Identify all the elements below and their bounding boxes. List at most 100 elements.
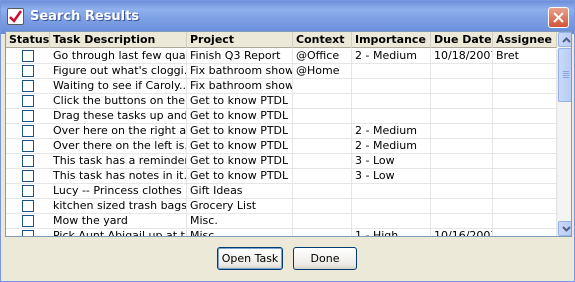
close-icon <box>553 12 564 23</box>
due-date-cell <box>431 184 493 199</box>
assignee-cell <box>493 124 557 139</box>
task-description-cell: Figure out what's cloggi... <box>50 64 187 79</box>
column-header-assignee[interactable]: Assignee <box>493 32 557 48</box>
done-button[interactable]: Done <box>293 247 357 270</box>
status-checkbox[interactable] <box>22 185 34 197</box>
status-checkbox[interactable] <box>22 80 34 92</box>
due-date-cell <box>431 199 493 214</box>
status-checkbox[interactable] <box>22 65 34 77</box>
task-description-cell: Lucy -- Princess clothes <box>50 184 187 199</box>
table-row[interactable]: Over there on the left is... Get to know… <box>6 139 557 154</box>
task-description-cell: Over there on the left is... <box>50 139 187 154</box>
assignee-cell <box>493 199 557 214</box>
status-checkbox[interactable] <box>22 110 34 122</box>
status-checkbox[interactable] <box>22 155 34 167</box>
task-description-cell: Waiting to see if Caroly... <box>50 79 187 94</box>
status-checkbox[interactable] <box>22 140 34 152</box>
column-header-due-date[interactable]: Due Date <box>431 32 493 48</box>
due-date-cell <box>431 214 493 229</box>
checkbox-app-icon <box>7 8 24 25</box>
column-header-task-description[interactable]: Task Description <box>50 32 187 48</box>
assignee-cell <box>493 64 557 79</box>
scroll-down-button[interactable] <box>558 221 571 236</box>
context-cell <box>293 79 352 94</box>
column-header-importance[interactable]: Importance <box>352 32 431 48</box>
assignee-cell <box>493 79 557 94</box>
project-cell: Finish Q3 Report <box>187 49 293 64</box>
open-task-button[interactable]: Open Task <box>217 247 283 270</box>
importance-cell <box>352 94 431 109</box>
table-row[interactable]: Lucy -- Princess clothes Gift Ideas <box>6 184 557 199</box>
task-description-cell: Mow the yard <box>50 214 187 229</box>
table-row[interactable]: Figure out what's cloggi... Fix bathroom… <box>6 64 557 79</box>
project-cell: Get to know PTDL <box>187 124 293 139</box>
due-date-cell <box>431 124 493 139</box>
table-row[interactable]: Drag these tasks up and... Get to know P… <box>6 109 557 124</box>
project-cell: Fix bathroom shower <box>187 79 293 94</box>
due-date-cell <box>431 79 493 94</box>
task-description-cell: Pick Aunt Abigail up at t... <box>50 229 187 236</box>
project-cell: Fix bathroom shower <box>187 64 293 79</box>
column-header-status[interactable]: Status <box>6 32 50 48</box>
project-cell: Gift Ideas <box>187 184 293 199</box>
status-checkbox[interactable] <box>22 215 34 227</box>
status-checkbox[interactable] <box>22 125 34 137</box>
task-description-cell: Over here on the right a... <box>50 124 187 139</box>
project-cell: Get to know PTDL <box>187 139 293 154</box>
due-date-cell <box>431 109 493 124</box>
importance-cell <box>352 79 431 94</box>
context-cell <box>293 124 352 139</box>
table-row[interactable]: Over here on the right a... Get to know … <box>6 124 557 139</box>
due-date-cell <box>431 64 493 79</box>
due-date-cell <box>431 94 493 109</box>
task-description-cell: Go through last few qua... <box>50 49 187 64</box>
task-description-cell: Click the buttons on the ... <box>50 94 187 109</box>
status-checkbox[interactable] <box>22 50 34 62</box>
table-row[interactable]: Click the buttons on the ... Get to know… <box>6 94 557 109</box>
table-row[interactable]: Waiting to see if Caroly... Fix bathroom… <box>6 79 557 94</box>
grid-header: Status Task Description Project Context … <box>6 32 557 48</box>
assignee-cell <box>493 94 557 109</box>
scroll-up-button[interactable] <box>558 32 571 47</box>
status-checkbox[interactable] <box>22 230 34 236</box>
context-cell: @Home <box>293 64 352 79</box>
project-cell: Misc. <box>187 229 293 236</box>
table-row[interactable]: This task has a reminder... Get to know … <box>6 154 557 169</box>
vertical-scrollbar[interactable] <box>557 32 571 236</box>
importance-cell: 3 - Low <box>352 169 431 184</box>
table-row[interactable]: Pick Aunt Abigail up at t... Misc. 1 - H… <box>6 229 557 236</box>
context-cell <box>293 94 352 109</box>
column-header-context[interactable]: Context <box>293 32 352 48</box>
due-date-cell <box>431 169 493 184</box>
close-button[interactable] <box>548 7 569 28</box>
project-cell: Get to know PTDL <box>187 109 293 124</box>
context-cell: @Office <box>293 49 352 64</box>
context-cell <box>293 109 352 124</box>
assignee-cell <box>493 229 557 236</box>
task-description-cell: Drag these tasks up and... <box>50 109 187 124</box>
status-checkbox[interactable] <box>22 170 34 182</box>
importance-cell: 3 - Low <box>352 154 431 169</box>
context-cell <box>293 169 352 184</box>
table-row[interactable]: Mow the yard Misc. <box>6 214 557 229</box>
importance-cell: 1 - High <box>352 229 431 236</box>
importance-cell: 2 - Medium <box>352 139 431 154</box>
due-date-cell <box>431 139 493 154</box>
status-checkbox[interactable] <box>22 95 34 107</box>
project-cell: Get to know PTDL <box>187 169 293 184</box>
results-grid[interactable]: Status Task Description Project Context … <box>5 31 572 237</box>
assignee-cell <box>493 184 557 199</box>
importance-cell <box>352 214 431 229</box>
status-checkbox[interactable] <box>22 200 34 212</box>
task-description-cell: This task has a reminder... <box>50 154 187 169</box>
table-row[interactable]: kitchen sized trash bags... Grocery List <box>6 199 557 214</box>
importance-cell: 2 - Medium <box>352 124 431 139</box>
table-row[interactable]: This task has notes in it.... Get to kno… <box>6 169 557 184</box>
table-row[interactable]: Go through last few qua... Finish Q3 Rep… <box>6 49 557 64</box>
column-header-project[interactable]: Project <box>187 32 293 48</box>
project-cell: Get to know PTDL <box>187 94 293 109</box>
project-cell: Misc. <box>187 214 293 229</box>
title-bar[interactable]: Search Results <box>1 1 574 34</box>
scroll-thumb[interactable] <box>558 48 571 102</box>
context-cell <box>293 139 352 154</box>
